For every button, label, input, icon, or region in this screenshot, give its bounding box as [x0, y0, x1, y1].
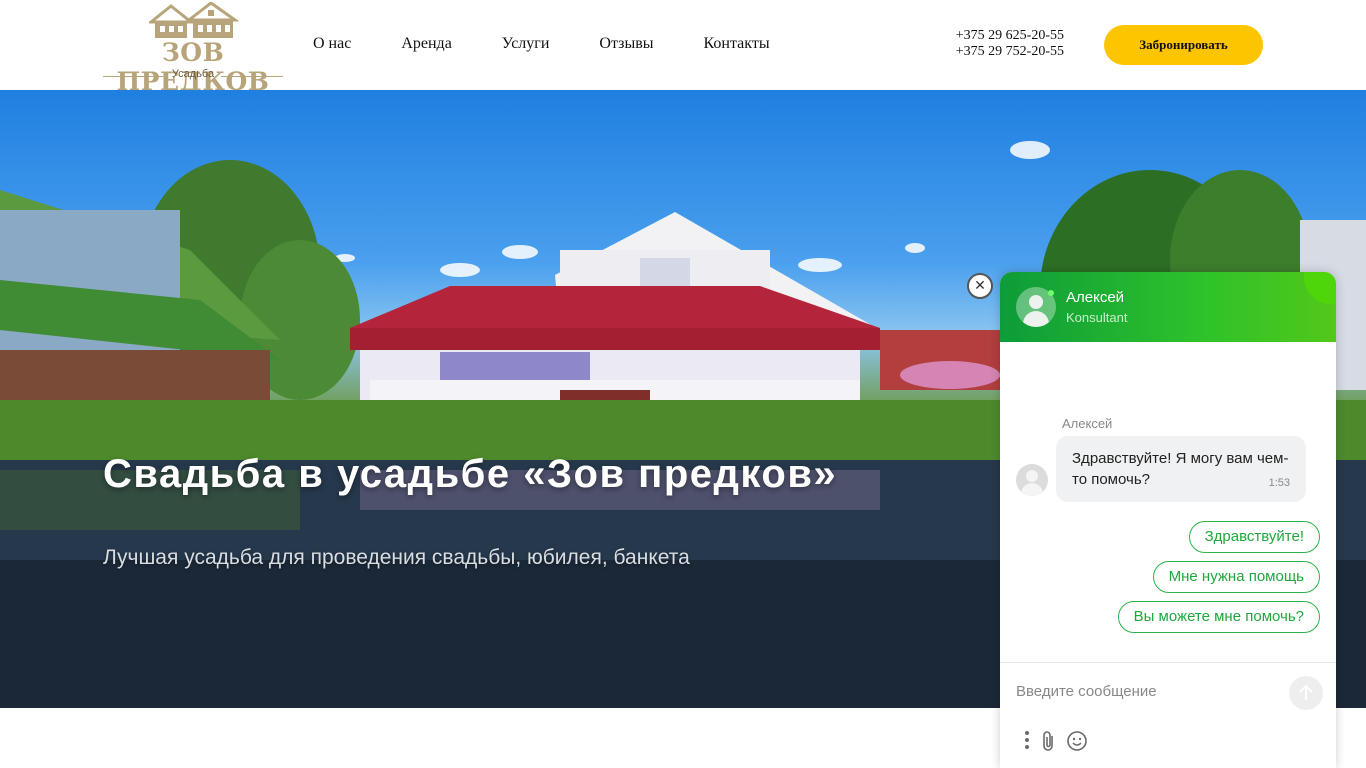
chat-widget: Алексей Konsultant Алексей Здравствуйте!…: [1000, 272, 1336, 768]
agent-role: Konsultant: [1066, 310, 1128, 325]
phone-link-2[interactable]: +375 29 752-20-55: [940, 44, 1064, 60]
message-author: Алексей: [1062, 416, 1113, 431]
hero-title: Свадьба в усадьбе «Зов предков»: [103, 452, 838, 496]
logo-title: ЗОВ ПРЕДКОВ: [116, 38, 270, 96]
send-arrow-icon: [1299, 684, 1313, 700]
phone-link-1[interactable]: +375 29 625-20-55: [940, 28, 1064, 44]
site-header: ЗОВ ПРЕДКОВ Усадьба О нас Аренда Услуги …: [0, 0, 1366, 96]
agent-name: Алексей: [1066, 289, 1125, 306]
quick-reply-hello[interactable]: Здравствуйте!: [1188, 521, 1320, 553]
nav-link-rent[interactable]: Аренда: [401, 34, 451, 54]
site-logo[interactable]: ЗОВ ПРЕДКОВ Усадьба: [103, 2, 283, 96]
close-icon: ✕: [974, 278, 986, 294]
nav-link-about[interactable]: О нас: [313, 34, 351, 54]
house-logo-icon: [149, 2, 239, 38]
message-text: Здравствуйте! Я могу вам чем-то помочь?: [1072, 450, 1289, 488]
nav-link-services[interactable]: Услуги: [502, 34, 550, 54]
chat-close-button[interactable]: ✕: [967, 273, 993, 299]
chat-message-input[interactable]: [1016, 677, 1276, 705]
more-vertical-icon[interactable]: [1016, 729, 1038, 753]
quick-reply-can-you-help[interactable]: Вы можете мне помочь?: [1117, 601, 1320, 633]
message-bubble: Здравствуйте! Я могу вам чем-то помочь? …: [1056, 436, 1306, 502]
nav-link-reviews[interactable]: Отзывы: [599, 34, 653, 54]
quick-reply-need-help[interactable]: Мне нужна помощь: [1152, 561, 1320, 593]
logo-divider-right: [221, 76, 283, 77]
smile-icon[interactable]: [1066, 729, 1088, 753]
paperclip-icon[interactable]: [1038, 729, 1060, 753]
chat-header: Алексей Konsultant: [1000, 272, 1336, 342]
book-button[interactable]: Забронировать: [1104, 25, 1263, 65]
message-time: 1:53: [1268, 477, 1290, 489]
message-avatar: [1016, 464, 1048, 496]
chat-composer: [1000, 662, 1336, 768]
main-nav: О нас Аренда Услуги Отзывы Контакты: [313, 34, 820, 54]
phone-numbers: +375 29 625-20-55 +375 29 752-20-55: [940, 28, 1064, 60]
online-status-dot: [1048, 290, 1054, 296]
send-button[interactable]: [1289, 676, 1323, 710]
header-corner-decoration: [1304, 272, 1336, 304]
logo-subtitle: Усадьба: [171, 68, 215, 80]
hero-subtitle: Лучшая усадьба для проведения свадьбы, ю…: [103, 546, 690, 569]
nav-link-contacts[interactable]: Контакты: [704, 34, 770, 54]
